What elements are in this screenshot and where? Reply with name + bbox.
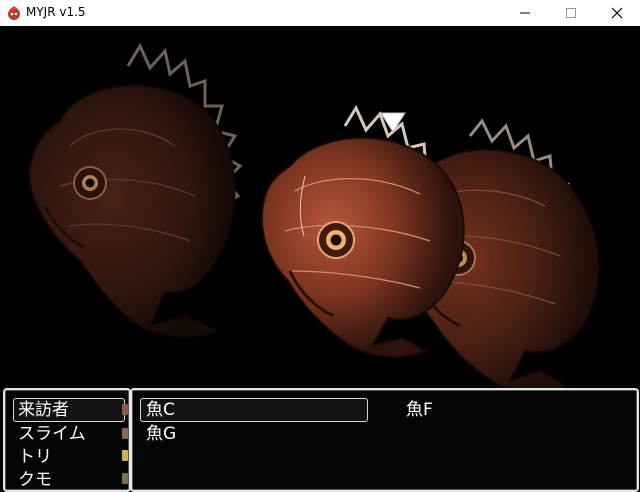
minimize-button[interactable] bbox=[502, 0, 548, 26]
party-command-window: 来訪者 スライム トリ クモ bbox=[3, 388, 131, 492]
enemy-fish-left[interactable] bbox=[28, 42, 243, 338]
target-select-window: 魚C 魚F 魚G bbox=[130, 388, 639, 492]
window-title: MYJR v1.5 bbox=[26, 5, 86, 19]
title-bar: MYJR v1.5 bbox=[0, 0, 640, 26]
target-cursor-icon bbox=[380, 112, 406, 133]
status-icon bbox=[122, 428, 128, 439]
party-item-visitor[interactable]: 来訪者 bbox=[18, 400, 69, 420]
close-button[interactable] bbox=[594, 0, 640, 26]
target-item-fish-f[interactable]: 魚F bbox=[406, 400, 433, 420]
status-icon bbox=[122, 473, 128, 484]
target-item-fish-c[interactable]: 魚C bbox=[146, 400, 175, 420]
close-icon bbox=[611, 7, 623, 19]
party-item-slime[interactable]: スライム bbox=[18, 424, 86, 444]
target-item-fish-g[interactable]: 魚G bbox=[146, 424, 176, 444]
party-item-spider[interactable]: クモ bbox=[18, 470, 52, 490]
party-item-bird[interactable]: トリ bbox=[18, 447, 52, 467]
status-icon bbox=[122, 450, 128, 461]
maximize-icon bbox=[566, 8, 576, 18]
status-icon bbox=[122, 404, 128, 415]
minimize-icon bbox=[520, 12, 530, 14]
app-icon bbox=[8, 6, 20, 20]
maximize-button[interactable] bbox=[548, 0, 594, 26]
